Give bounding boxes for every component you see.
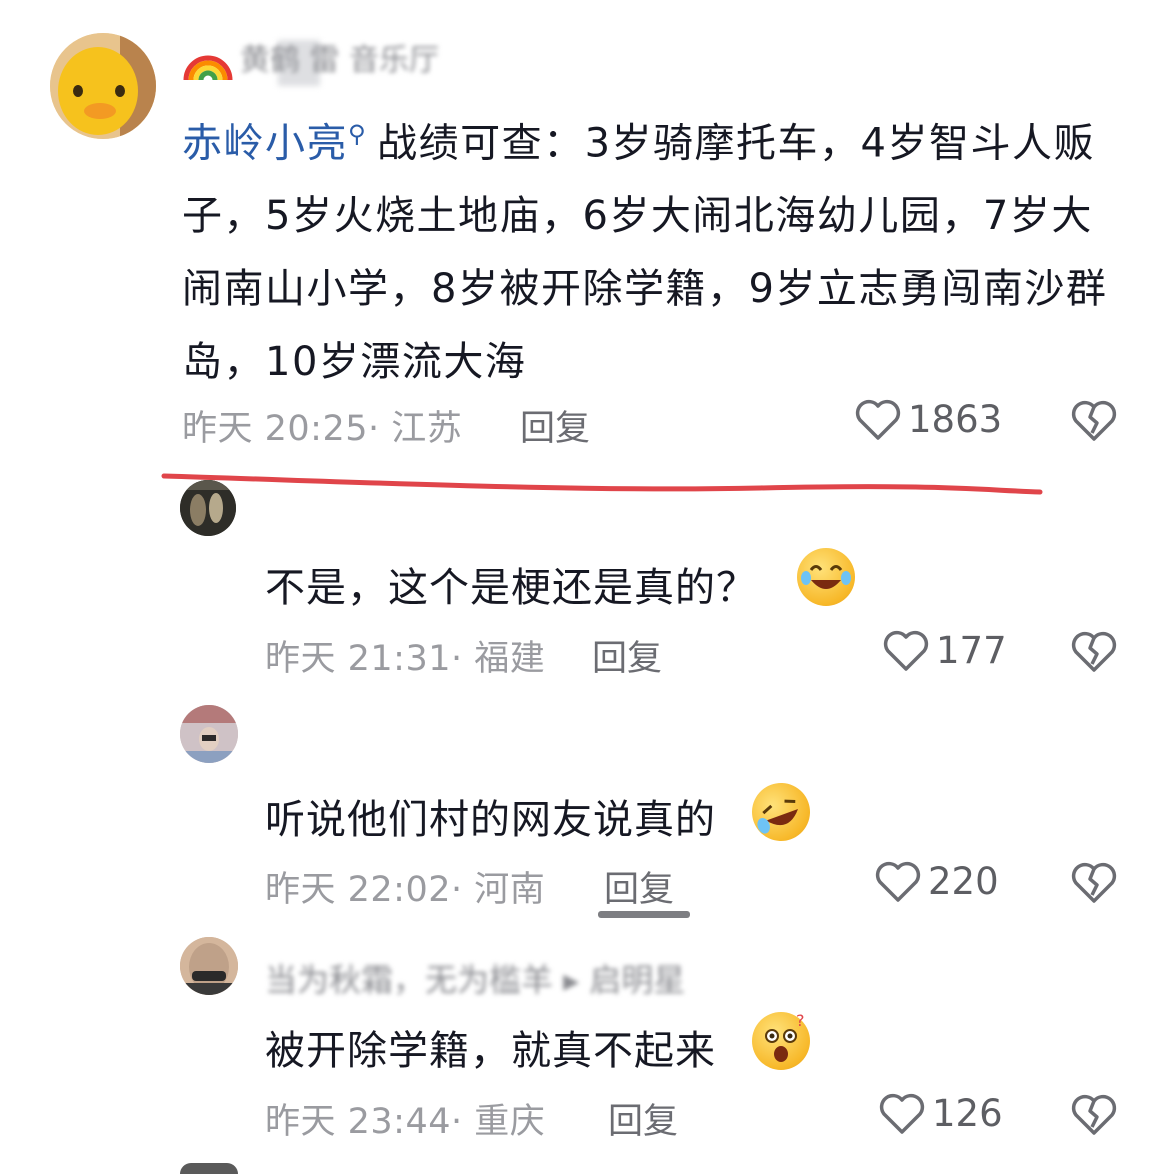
search-icon[interactable]: ⚲ — [348, 120, 367, 148]
avatar[interactable] — [180, 1163, 238, 1174]
shocked-emoji: ? — [752, 1011, 810, 1070]
like-count: 177 — [936, 628, 1007, 672]
heart-icon — [883, 630, 929, 671]
like-button[interactable]: 220 — [874, 858, 999, 904]
broken-heart-icon[interactable] — [1070, 859, 1118, 905]
avatar-photo-icon — [180, 705, 238, 763]
top-comment-text: 赤岭小亮⚲ 战绩可查：3岁骑摩托车，4岁智斗人贩子，5岁火烧土地庙，6岁大闹北海幼… — [182, 98, 1127, 399]
avatar[interactable] — [50, 33, 156, 139]
blurred-username-text: 当为秋霜，无为槛羊 ▸ 启明星 — [265, 961, 686, 999]
annotation-line — [161, 473, 1043, 495]
rolling-laughing-emoji — [743, 774, 819, 850]
broken-heart-icon[interactable] — [1070, 628, 1118, 674]
svg-text:?: ? — [796, 1012, 805, 1030]
reply-text: 听说他们村的网友说真的 — [265, 797, 716, 843]
reply-button[interactable]: 回复 — [604, 861, 674, 912]
comment-meta: 昨天 21:31· 福建 — [265, 639, 546, 679]
reply-button[interactable]: 回复 — [592, 630, 662, 681]
like-button[interactable]: 126 — [878, 1090, 1003, 1136]
blurred-header-text: 黄鹤 雷 音乐厅 — [240, 43, 440, 78]
comment-meta: 昨天 22:02· 河南 — [265, 870, 546, 910]
reply-text: 被开除学籍，就真不起来 — [265, 1028, 716, 1074]
heart-icon — [855, 399, 901, 440]
avatar-photo-icon — [180, 480, 236, 536]
reply-button[interactable]: 回复 — [520, 400, 590, 451]
laughing-tears-emoji — [797, 548, 855, 606]
reply-text: 不是，这个是梗还是真的？ — [265, 565, 757, 611]
heart-icon — [875, 861, 921, 902]
heart-icon — [879, 1093, 925, 1134]
rainbow-icon — [183, 55, 233, 81]
comment-meta: 昨天 23:44· 重庆 — [265, 1102, 546, 1142]
avatar-duck-icon — [50, 33, 156, 139]
avatar[interactable] — [180, 937, 238, 995]
reply-button[interactable]: 回复 — [608, 1093, 678, 1144]
username-link[interactable]: 赤岭小亮 — [182, 120, 348, 166]
reply-underline — [598, 911, 690, 918]
like-count: 220 — [928, 859, 999, 903]
like-count: 126 — [932, 1091, 1003, 1135]
avatar[interactable] — [180, 705, 238, 763]
like-count: 1863 — [908, 397, 1003, 441]
comment-thread: 黄鹤 雷 音乐厅 赤岭小亮⚲ 战绩可查：3岁骑摩托车，4岁智斗人贩子，5岁火烧土地… — [0, 0, 1170, 1174]
avatar[interactable] — [180, 480, 236, 536]
like-button[interactable]: 1863 — [854, 396, 1002, 442]
avatar-photo-icon — [180, 937, 238, 995]
like-button[interactable]: 177 — [882, 627, 1007, 673]
broken-heart-icon[interactable] — [1070, 397, 1118, 443]
broken-heart-icon[interactable] — [1070, 1091, 1118, 1137]
comment-meta: 昨天 20:25· 江苏 — [182, 409, 463, 449]
